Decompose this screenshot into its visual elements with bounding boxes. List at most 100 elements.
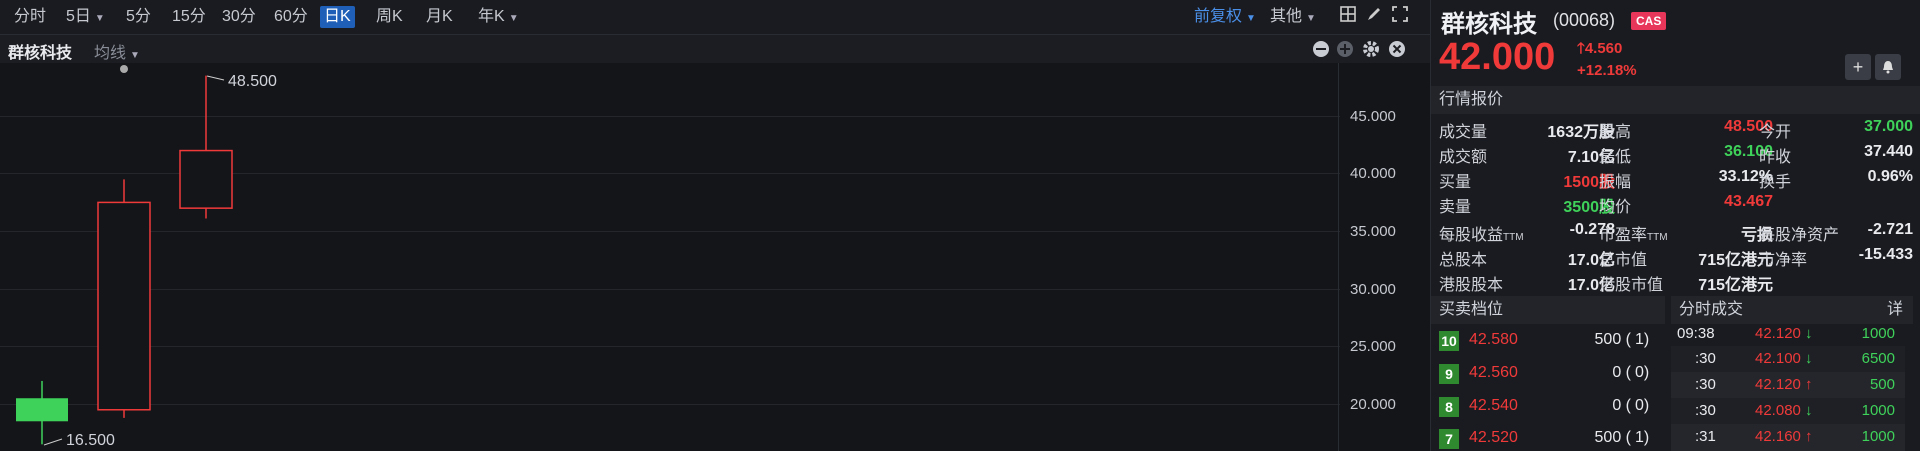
tab-5day[interactable]: 5日 ▼ [62,6,109,28]
quote-label: 成交额 [1439,149,1488,166]
arrow-up-icon: ↑ [1805,376,1813,393]
tab-15min[interactable]: 15分 [168,6,210,28]
arrow-down-icon: ↓ [1805,350,1813,367]
y-tick-label: 40.000 [1350,165,1396,182]
candle-body[interactable] [179,149,233,209]
tick-time: :30 [1695,350,1716,367]
quote-label: 最低 [1599,149,1632,166]
other-dropdown[interactable]: 其他 ▼ [1266,6,1320,28]
quote-value: 48.500 [1724,118,1773,135]
ticks-section-header: 分时成交 详 [1671,296,1913,324]
quote-value: -15.433 [1858,246,1913,263]
quote-label: 换手 [1759,174,1792,191]
high-marker-line [206,75,225,81]
minus-circle-icon[interactable] [1312,40,1330,63]
tick-row: :30 42.080 ↓ 1000 [1671,398,1905,424]
quote-label: 成交量 [1439,124,1488,141]
quote-value: 0.96% [1867,168,1913,185]
add-watch-button[interactable]: + [1845,54,1871,80]
ticks-list[interactable]: 09:38 42.120 ↓ 1000 :30 42.100 ↓ 6500 :3… [1671,324,1905,451]
tick-time: :30 [1695,376,1716,393]
arrow-up-icon: ↑ [1805,428,1813,445]
tick-price: 42.080 [1755,402,1801,419]
arrow-down-icon: ↓ [1805,325,1813,342]
chart-stock-name: 群核科技 [8,45,73,62]
adjust-dropdown[interactable]: 前复权 ▼ [1190,6,1260,28]
close-circle-icon[interactable] [1388,40,1406,63]
quote-label: 总市值 [1599,252,1648,269]
plus-circle-icon[interactable] [1336,40,1354,63]
quote-value: 715亿港元 [1698,252,1773,269]
y-tick-label: 30.000 [1350,281,1396,298]
quote-value: 43.467 [1724,193,1773,210]
depth-price[interactable]: 42.580 [1469,331,1518,349]
low-marker-label: 16.500 [66,432,115,449]
grid-icon[interactable] [1336,6,1360,28]
tick-time: 09:38 [1677,325,1715,342]
tab-60min[interactable]: 60分 [270,6,312,28]
quote-label: 港股股本 [1439,277,1504,294]
cas-badge: CAS [1631,12,1667,30]
quote-value: 36.100 [1724,143,1773,160]
depth-section-header: 买卖档位 [1431,296,1665,324]
y-tick-label: 45.000 [1350,108,1396,125]
quote-value: 33.12% [1718,168,1773,185]
bell-icon [1883,61,1893,74]
depth-volume: 500 ( [1594,429,1631,446]
depth-volume: 500 ( [1594,331,1631,348]
quote-label: 市盈率TTM [1599,227,1668,244]
tick-volume: 1000 [1861,325,1895,342]
tick-price: 42.100 [1755,350,1801,367]
tab-5min[interactable]: 5分 [122,6,155,28]
chevron-down-icon: ▼ [508,13,519,24]
depth-price[interactable]: 42.520 [1469,429,1518,447]
tab-month-k[interactable]: 月K [422,6,457,28]
arrow-up-icon: 🡑 [1577,40,1585,57]
gear-icon[interactable] [1362,40,1380,63]
depth-level: 9 [1439,364,1459,384]
kline-chart[interactable]: 45.000 40.000 35.000 30.000 25.000 20.00… [0,63,1430,451]
period-toolbar: 分时 5日 ▼ 5分 15分 30分 60分 日K 周K 月K 年K ▼ 前复权 ▼ … [0,0,1430,35]
tick-price: 42.120 [1755,325,1801,342]
tick-price: 42.120 [1755,376,1801,393]
tab-year-k[interactable]: 年K ▼ [474,6,523,28]
depth-level: 8 [1439,397,1459,417]
stock-name: 群核科技 [1441,11,1537,38]
tick-row: :30 42.100 ↓ 6500 [1671,346,1905,372]
tick-row: :31 42.160 ↑ 1000 [1671,424,1905,451]
stock-code: (00068) [1553,10,1616,30]
quote-label: 最高 [1599,124,1632,141]
depth-count: 1) [1635,429,1650,446]
quote-label: 港股市值 [1599,277,1664,294]
tick-row: :30 42.120 ↑ 500 [1671,372,1905,398]
depth-count: 0) [1635,364,1650,381]
quote-label: 振幅 [1599,174,1632,191]
fullscreen-icon[interactable] [1388,6,1412,28]
chevron-down-icon: ▼ [1246,13,1256,24]
draw-pen-icon[interactable] [1362,6,1386,28]
depth-price[interactable]: 42.560 [1469,364,1518,382]
quote-label: 卖量 [1439,199,1472,216]
tab-week-k[interactable]: 周K [372,6,407,28]
depth-level: 7 [1439,429,1459,449]
tick-time: :31 [1695,428,1716,445]
candle-body[interactable] [97,201,151,411]
y-tick-label: 25.000 [1350,338,1396,355]
tick-volume: 1000 [1861,402,1895,419]
depth-price[interactable]: 42.540 [1469,397,1518,415]
ticks-detail-link[interactable]: 详 [1887,296,1903,324]
quote-label: 买量 [1439,174,1472,191]
quote-label: 均价 [1599,199,1632,216]
tab-day-k[interactable]: 日K [320,6,355,28]
price-change-pct: +12.18% [1577,62,1637,79]
chevron-down-icon: ▼ [94,13,105,24]
tick-row: 09:38 42.120 ↓ 1000 [1671,324,1905,346]
tab-30min[interactable]: 30分 [218,6,260,28]
alert-bell-button[interactable] [1875,54,1901,80]
tab-fenshi[interactable]: 分时 [10,6,50,28]
ma-dropdown[interactable]: 均线 ▼ [94,39,140,63]
tick-volume: 6500 [1861,350,1895,367]
candle-body[interactable] [16,398,68,422]
quote-value: 37.000 [1864,118,1913,135]
tick-price: 42.160 [1755,428,1801,445]
